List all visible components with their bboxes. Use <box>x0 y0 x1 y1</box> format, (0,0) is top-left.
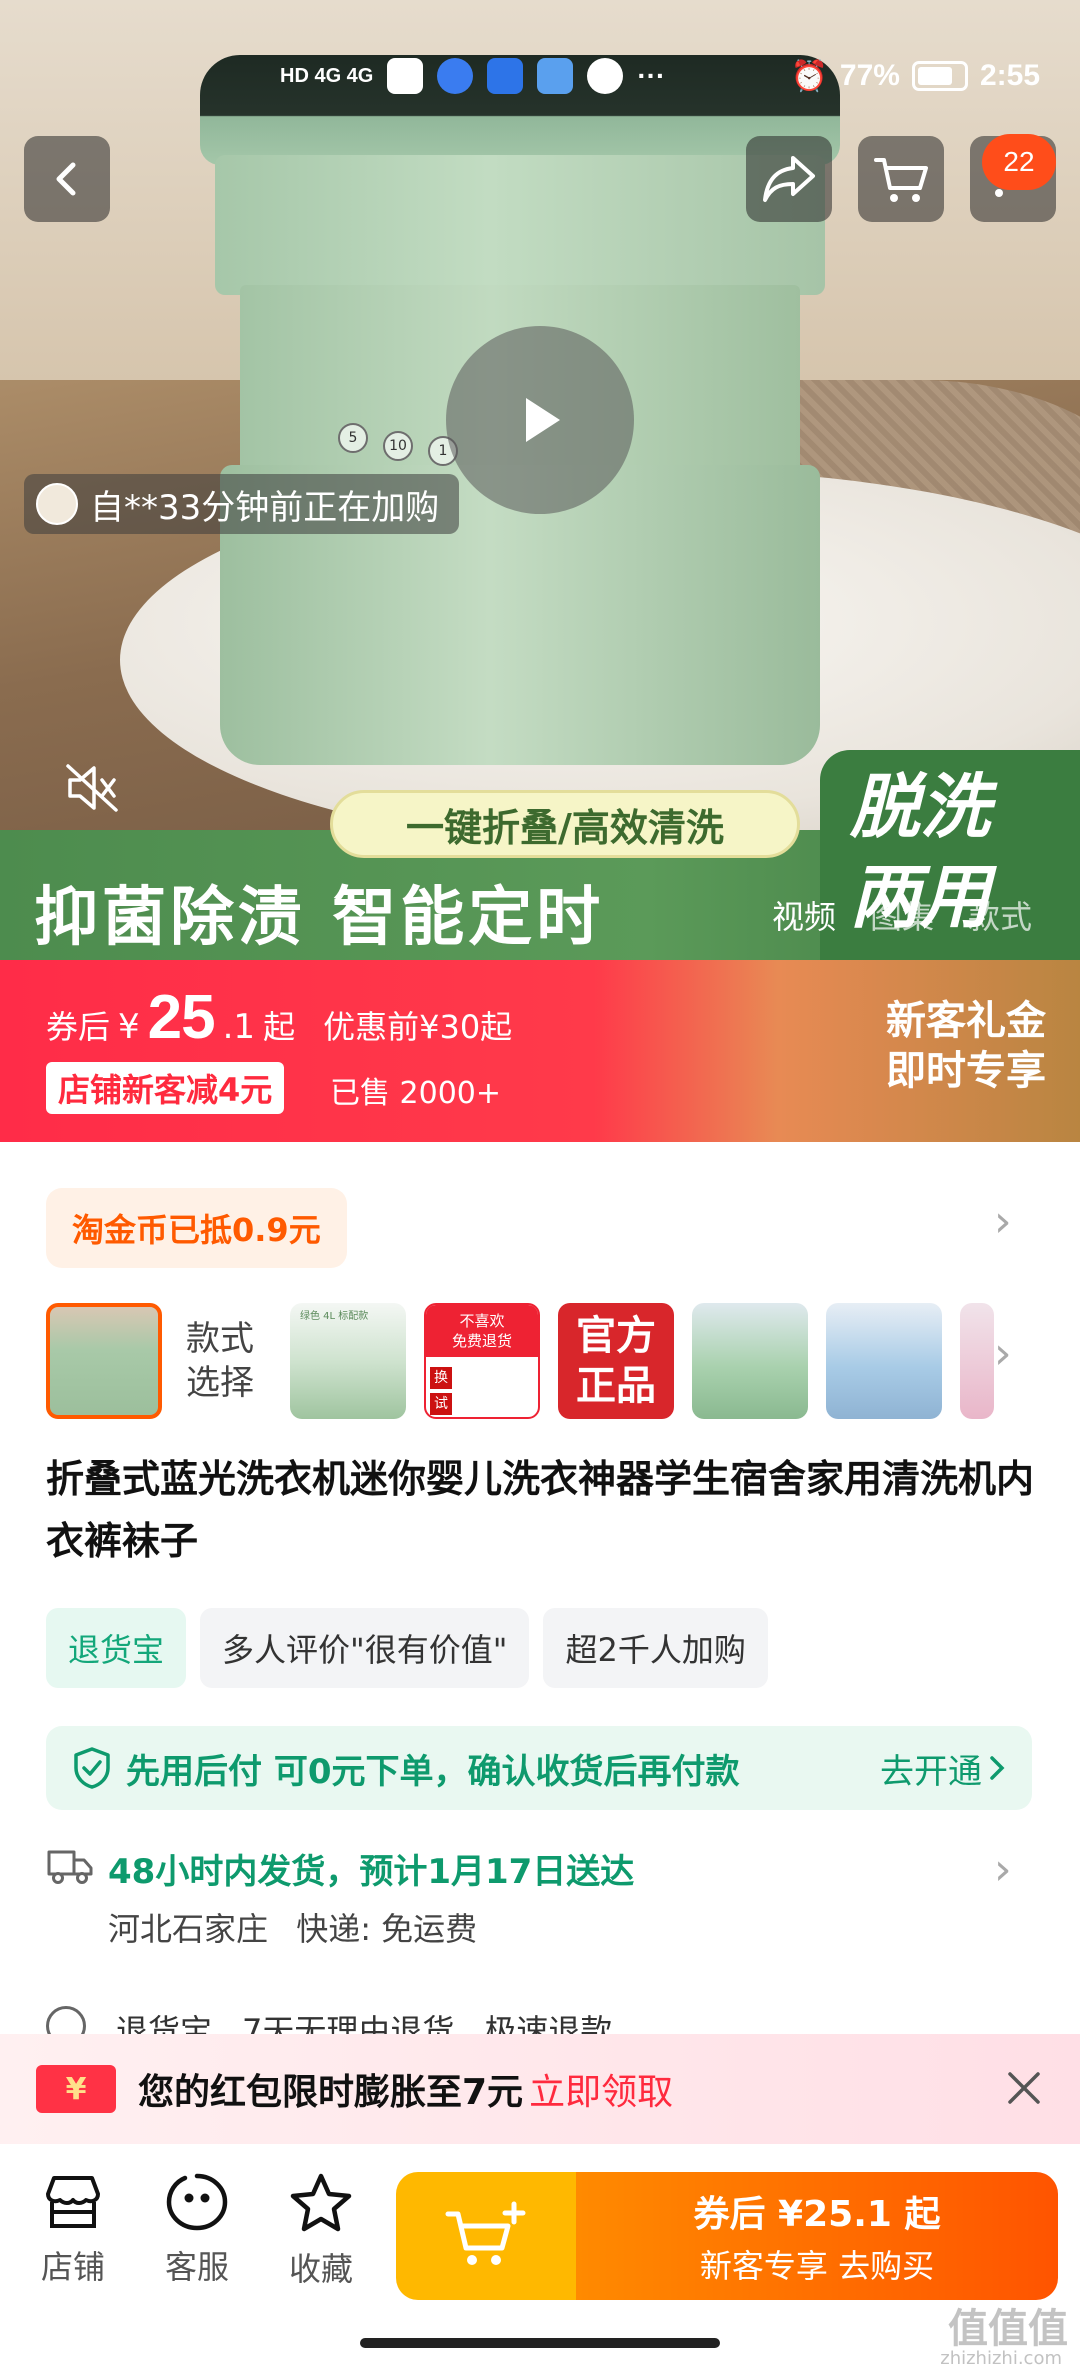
chevron-right-icon[interactable]: › <box>994 1196 1012 1247</box>
status-bar-right: ⏰ 77% 2:55 <box>791 48 1040 104</box>
price-decimal: .1 <box>222 1007 256 1047</box>
price-suffix: 起 <box>263 1008 296 1046</box>
app-icon-qq <box>587 58 624 94</box>
variant-label: 款式 选择 <box>186 1319 254 1403</box>
variant-thumb-3[interactable]: 不喜欢 免费退货 换 试 <box>424 1303 540 1419</box>
alarm-icon: ⏰ <box>790 59 828 93</box>
app-icon-wallet <box>537 58 574 94</box>
close-icon[interactable] <box>998 2062 1050 2114</box>
share-button[interactable] <box>746 136 832 222</box>
back-button[interactable] <box>24 136 110 222</box>
chevron-right-icon[interactable]: › <box>994 1328 1012 1379</box>
shield-check-icon <box>74 1747 110 1789</box>
variant-selector[interactable]: 款式 选择 绿色 4L 标配款 不喜欢 免费退货 换 试 官方 正品 <box>46 1302 994 1420</box>
app-icon-browser <box>437 58 474 94</box>
store-icon <box>46 2176 100 2228</box>
pay-later-bar[interactable]: 先用后付 可0元下单，确认收货后再付款 去开通 <box>46 1726 1032 1810</box>
cart-icon <box>874 158 928 202</box>
tag-review[interactable]: 多人评价"很有价值" <box>200 1608 530 1688</box>
cart-button[interactable] <box>858 136 944 222</box>
red-packet-message: 您的红包限时膨胀至7元 <box>138 2072 524 2113</box>
watermark-url: zhizhizhi.com <box>940 2348 1062 2369</box>
variant-thumb-5[interactable] <box>692 1303 808 1419</box>
app-icon-baidu <box>487 58 524 94</box>
new-customer-gift[interactable]: 新客礼金 即时专享 <box>886 996 1046 1096</box>
favorite-button[interactable]: 收藏 <box>266 2172 376 2290</box>
taobao-coin-discount[interactable]: 淘金币已抵0.9元 <box>46 1188 347 1268</box>
battery-percent: 77% <box>839 59 900 92</box>
slogan-headline: 抑菌除渍 智能定时 <box>34 881 605 955</box>
variant-thumb-7[interactable] <box>960 1303 994 1419</box>
red-envelope-icon: ¥ <box>36 2065 116 2113</box>
mute-button[interactable] <box>44 752 140 824</box>
add-to-cart-button[interactable] <box>396 2172 576 2300</box>
home-indicator[interactable] <box>360 2338 720 2348</box>
cart-plus-icon <box>445 2201 526 2265</box>
chevron-right-icon[interactable]: › <box>994 1844 1012 1895</box>
variant-thumb-1[interactable] <box>46 1303 162 1419</box>
clock: 2:55 <box>979 59 1040 92</box>
pay-later-text: 先用后付 可0元下单，确认收货后再付款 <box>126 1751 740 1792</box>
recent-purchase-ticker: 自**33分钟前正在加购 <box>24 474 460 534</box>
truck-icon <box>47 1850 93 1884</box>
cart-count-badge: 22 <box>982 134 1056 190</box>
product-title: 折叠式蓝光洗衣机迷你婴儿洗衣神器学生宿舍家用清洗机内衣裤袜子 <box>46 1457 1035 1563</box>
price-banner: 券后 ¥ 25 .1 起 优惠前¥30起 店铺新客减4元 已售 2000+ 新客… <box>0 960 1080 1142</box>
variant-thumb-6[interactable] <box>826 1303 942 1419</box>
red-packet-banner[interactable]: ¥ 您的红包限时膨胀至7元 立即领取 <box>0 2034 1080 2144</box>
original-price: 优惠前¥30起 <box>323 1008 513 1046</box>
star-icon <box>290 2173 352 2232</box>
chevron-left-icon <box>56 162 76 196</box>
buy-now-button[interactable]: 券后 ¥25.1 起 新客专享 去购买 <box>576 2172 1058 2300</box>
avatar <box>36 483 78 525</box>
tag-return-insurance[interactable]: 退货宝 <box>46 1608 187 1688</box>
pay-later-open-link[interactable]: 去开通 <box>880 1744 1006 1793</box>
shipping-origin: 河北石家庄 快递: 免运费 <box>108 1910 478 1948</box>
knob-10: 10 <box>383 431 413 461</box>
price-line: 券后 ¥ 25 .1 起 优惠前¥30起 <box>46 982 512 1053</box>
price-prefix: 券后 <box>46 1008 111 1046</box>
tab-styles[interactable]: 款式 <box>968 892 1032 938</box>
app-icon-tiktok <box>387 58 424 94</box>
tab-video[interactable]: 视频 <box>772 892 836 938</box>
play-icon <box>526 398 560 442</box>
product-tags: 退货宝 多人评价"很有价值" 超2千人加购 <box>46 1608 768 1688</box>
variant-thumb-2[interactable]: 绿色 4L 标配款 <box>290 1303 406 1419</box>
knob-5: 5 <box>338 423 368 453</box>
play-video-button[interactable] <box>446 326 634 514</box>
more-dots-icon: ··· <box>637 60 666 91</box>
recent-purchase-text: 自**33分钟前正在加购 <box>90 487 440 528</box>
watermark-logo: 值值值 <box>948 2306 1068 2352</box>
media-tabs: 视频 图集 款式 <box>772 892 1032 938</box>
share-icon <box>763 156 815 202</box>
network-indicator: HD 4G 4G <box>280 64 374 87</box>
battery-icon <box>911 61 968 91</box>
store-new-customer-tag: 店铺新客减4元 <box>46 1062 285 1114</box>
price-currency: ¥ <box>118 1007 140 1047</box>
tab-gallery[interactable]: 图集 <box>870 892 934 938</box>
slogan-pill: 一键折叠/高效清洗 <box>330 790 800 858</box>
speaker-muted-icon <box>66 764 118 812</box>
price-integer: 25 <box>147 983 216 1052</box>
status-bar-left: HD 4G 4G ··· <box>280 48 665 104</box>
tag-cart-count[interactable]: 超2千人加购 <box>543 1608 768 1688</box>
chat-face-icon <box>166 2173 228 2231</box>
shipping-eta: 48小时内发货，预计1月17日送达 <box>108 1852 635 1892</box>
variant-thumb-4[interactable]: 官方 正品 <box>558 1303 674 1419</box>
sold-count: 已售 2000+ <box>330 1076 502 1111</box>
claim-link[interactable]: 立即领取 <box>529 2063 673 2115</box>
purchase-actions: 券后 ¥25.1 起 新客专享 去购买 <box>396 2172 1058 2300</box>
customer-service-button[interactable]: 客服 <box>142 2172 252 2288</box>
store-button[interactable]: 店铺 <box>18 2172 128 2288</box>
chevron-right-icon <box>990 1756 1005 1780</box>
